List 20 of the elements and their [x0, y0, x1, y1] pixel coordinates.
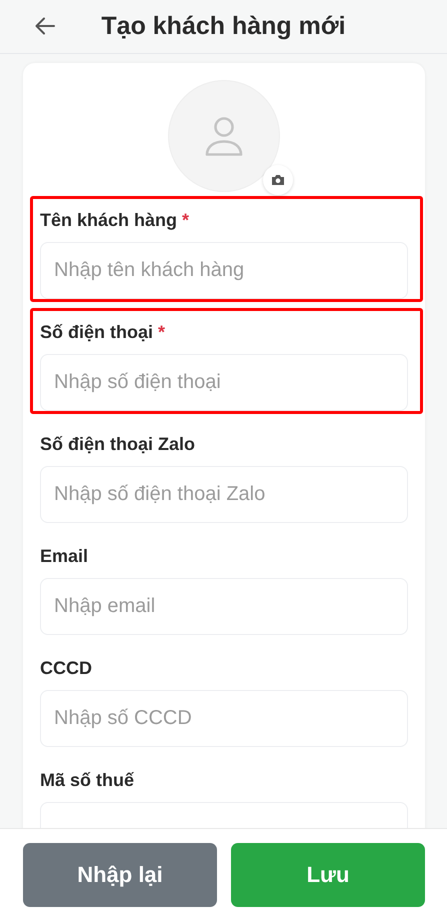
- field-label: Tên khách hàng: [40, 210, 178, 230]
- field-label: CCCD: [40, 658, 92, 678]
- input-field[interactable]: Nhập số điện thoại: [40, 354, 408, 411]
- camera-button[interactable]: [263, 165, 293, 195]
- input-field[interactable]: Nhập tên khách hàng: [40, 242, 408, 299]
- required-mark: *: [158, 322, 166, 342]
- required-mark: *: [182, 210, 190, 230]
- back-arrow-icon[interactable]: [35, 17, 55, 35]
- field-label: Số điện thoại Zalo: [40, 434, 196, 454]
- field-label: Email: [40, 546, 88, 566]
- page-title: Tạo khách hàng mới: [101, 12, 346, 41]
- reset-button[interactable]: Nhập lại: [23, 843, 217, 907]
- field-label: Số điện thoại: [40, 322, 154, 342]
- input-field[interactable]: Nhập số CCCD: [40, 690, 408, 747]
- save-button[interactable]: Lưu: [231, 843, 425, 907]
- camera-icon: [271, 174, 285, 186]
- person-icon: [205, 116, 243, 156]
- field-label: Mã số thuế: [40, 770, 134, 790]
- input-field[interactable]: Nhập email: [40, 578, 408, 635]
- input-field[interactable]: Nhập số điện thoại Zalo: [40, 466, 408, 523]
